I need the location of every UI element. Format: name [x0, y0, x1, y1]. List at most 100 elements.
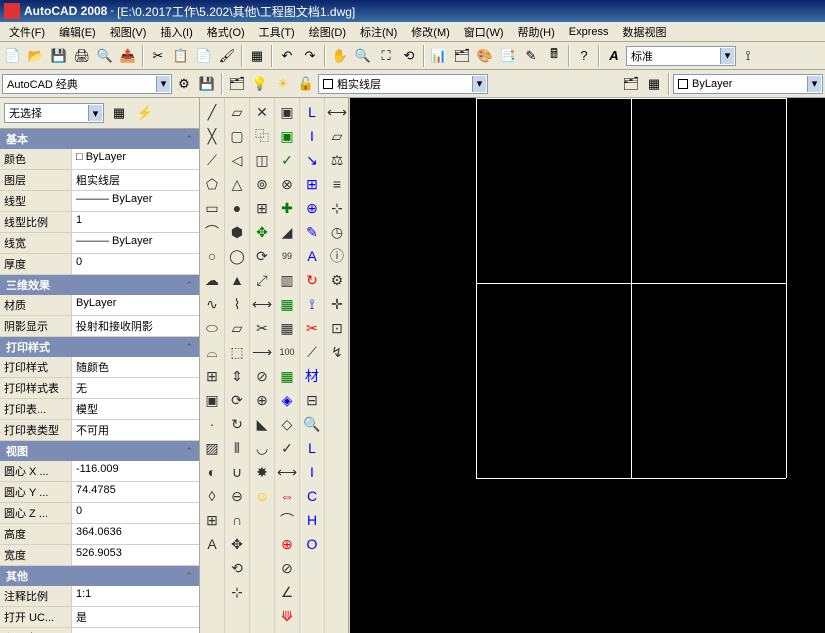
3dmove-icon[interactable]: ✥ — [226, 533, 248, 555]
textstyle-combo[interactable]: 标准 ▾ — [626, 46, 736, 66]
letter-l-icon[interactable]: L — [301, 437, 323, 459]
sheetset-icon[interactable]: 📑 — [497, 45, 519, 67]
zoom2-icon[interactable]: 🔍 — [301, 413, 323, 435]
menu-data[interactable]: 数据视图 — [616, 22, 674, 42]
workspace-combo[interactable]: AutoCAD 经典 ▾ — [2, 74, 172, 94]
prop-pstable-value[interactable]: 无 — [72, 378, 199, 398]
zoom-rt-icon[interactable]: 🔍 — [352, 45, 374, 67]
polysolid-icon[interactable]: ▱ — [226, 101, 248, 123]
zoom-prev-icon[interactable]: ⟲ — [398, 45, 420, 67]
erase-icon[interactable]: ✕ — [251, 101, 273, 123]
menu-express[interactable]: Express — [562, 24, 616, 40]
prop-cx-value[interactable]: -116.009 — [72, 461, 199, 481]
menu-window[interactable]: 窗口(W) — [457, 22, 511, 42]
prop-pstyle-value[interactable]: 随颜色 — [72, 357, 199, 377]
menu-modify[interactable]: 修改(M) — [404, 22, 457, 42]
prop-ptype-value[interactable]: 不可用 — [72, 420, 199, 440]
offset-icon[interactable]: ⊚ — [251, 173, 273, 195]
menu-dim[interactable]: 标注(N) — [353, 22, 404, 42]
color-combo[interactable]: ByLayer ▾ — [673, 74, 823, 94]
save-icon[interactable]: 💾 — [48, 45, 70, 67]
face-rotate-icon[interactable]: ✚ — [276, 197, 298, 219]
redo-icon[interactable]: ↷ — [299, 45, 321, 67]
spline-icon[interactable]: ∿ — [201, 293, 223, 315]
arc-icon[interactable]: ⌒ — [201, 221, 223, 243]
explode-icon[interactable]: ✸ — [251, 461, 273, 483]
separate-icon[interactable]: ◈ — [276, 389, 298, 411]
prop-cy-value[interactable]: 74.4785 — [72, 482, 199, 502]
selection-combo[interactable]: 无选择 ▾ — [4, 103, 104, 123]
menu-draw[interactable]: 绘图(D) — [302, 22, 353, 42]
array-icon[interactable]: ⊞ — [251, 197, 273, 219]
block-editor-icon[interactable]: ▦ — [246, 45, 268, 67]
quick-select-icon[interactable]: ⚡ — [134, 102, 156, 124]
publish-icon[interactable]: 📤 — [117, 45, 139, 67]
face-extrude-icon[interactable]: ▣ — [276, 101, 298, 123]
imprint-icon[interactable]: 100 — [276, 341, 298, 363]
circle-icon[interactable]: ○ — [201, 245, 223, 267]
menu-insert[interactable]: 插入(I) — [153, 22, 199, 42]
letter-c-icon[interactable]: C — [301, 485, 323, 507]
open-icon[interactable]: 📂 — [25, 45, 47, 67]
copy-icon[interactable]: 📋 — [170, 45, 192, 67]
table-icon[interactable]: ⊞ — [201, 509, 223, 531]
paste-icon[interactable]: 📄 — [193, 45, 215, 67]
extrude-icon[interactable]: ⬚ — [226, 341, 248, 363]
polygon-icon[interactable]: ⬠ — [201, 173, 223, 195]
menu-format[interactable]: 格式(O) — [200, 22, 252, 42]
dim-angular-icon[interactable]: ∠ — [276, 581, 298, 603]
dim-space-icon[interactable]: ⊟ — [301, 389, 323, 411]
dim-baseline-icon[interactable]: L — [301, 101, 323, 123]
ellipse-icon[interactable]: ⬭ — [201, 317, 223, 339]
shell-icon[interactable]: ◇ — [276, 413, 298, 435]
id-icon[interactable]: ⊹ — [326, 197, 348, 219]
prop-openuc-value[interactable]: 是 — [72, 607, 199, 627]
point-icon[interactable]: · — [201, 413, 223, 435]
letter-o-icon[interactable]: O — [301, 533, 323, 555]
sphere-icon[interactable]: ● — [226, 197, 248, 219]
category-3d[interactable]: 三维效果⌃ — [0, 275, 199, 295]
dim-break-icon[interactable]: ✂ — [301, 317, 323, 339]
smiley-icon[interactable]: ☺ — [251, 485, 273, 507]
prop-material-value[interactable]: ByLayer — [72, 295, 199, 315]
dim-linear-icon[interactable]: ⟷ — [276, 461, 298, 483]
gradient-icon[interactable]: ◐ — [201, 461, 223, 483]
chamfer-icon[interactable]: ◣ — [251, 413, 273, 435]
face-delete-icon[interactable]: ⊗ — [276, 173, 298, 195]
dim-update-icon[interactable]: ↻ — [301, 269, 323, 291]
trim-icon[interactable]: ✂ — [251, 317, 273, 339]
zoom-window-icon[interactable]: ⛶ — [375, 45, 397, 67]
edge-copy-icon[interactable]: ▦ — [276, 293, 298, 315]
cylinder-icon[interactable]: ⬢ — [226, 221, 248, 243]
cut-icon[interactable]: ✂ — [147, 45, 169, 67]
designcenter-icon[interactable]: 🗂 — [451, 45, 473, 67]
hatch-icon[interactable]: ▨ — [201, 437, 223, 459]
dim-quickdim-icon[interactable]: ⟱ — [276, 605, 298, 627]
menu-help[interactable]: 帮助(H) — [511, 22, 562, 42]
dim-diameter-icon[interactable]: ⊘ — [276, 557, 298, 579]
clean-icon[interactable]: ▦ — [276, 365, 298, 387]
dim-radius-icon[interactable]: ⊕ — [276, 533, 298, 555]
3dalign-icon[interactable]: ⊹ — [226, 581, 248, 603]
category-plot[interactable]: 打印样式⌃ — [0, 337, 199, 357]
dim-leader-icon[interactable]: ↘ — [301, 149, 323, 171]
new-icon[interactable]: 📄 — [2, 45, 24, 67]
workspace-save-icon[interactable]: 💾 — [196, 73, 218, 95]
category-basic[interactable]: 基本⌃ — [0, 129, 199, 149]
line-icon[interactable]: ╱ — [201, 101, 223, 123]
matchprop-icon[interactable]: 🖌 — [216, 45, 238, 67]
dim-aligned-icon[interactable]: ⇔ — [276, 485, 298, 507]
dim-tedit-icon[interactable]: A — [301, 245, 323, 267]
menu-edit[interactable]: 编辑(E) — [52, 22, 103, 42]
calc-icon[interactable]: 🖩 — [543, 45, 565, 67]
layer-combo[interactable]: 粗实线层 ▾ — [318, 74, 488, 94]
list-icon[interactable]: ≡ — [326, 173, 348, 195]
pan-icon[interactable]: ✋ — [329, 45, 351, 67]
toolpalette-icon[interactable]: 🎨 — [474, 45, 496, 67]
loft-icon[interactable]: ⫴ — [226, 437, 248, 459]
dim-tolerance-icon[interactable]: ⊞ — [301, 173, 323, 195]
prop-thickness-value[interactable]: 0 — [72, 254, 199, 274]
layer-state-icon[interactable]: 🗂 — [620, 73, 642, 95]
edge-color-icon[interactable]: ▦ — [276, 317, 298, 339]
dim-style-icon[interactable]: ⟟ — [737, 45, 759, 67]
